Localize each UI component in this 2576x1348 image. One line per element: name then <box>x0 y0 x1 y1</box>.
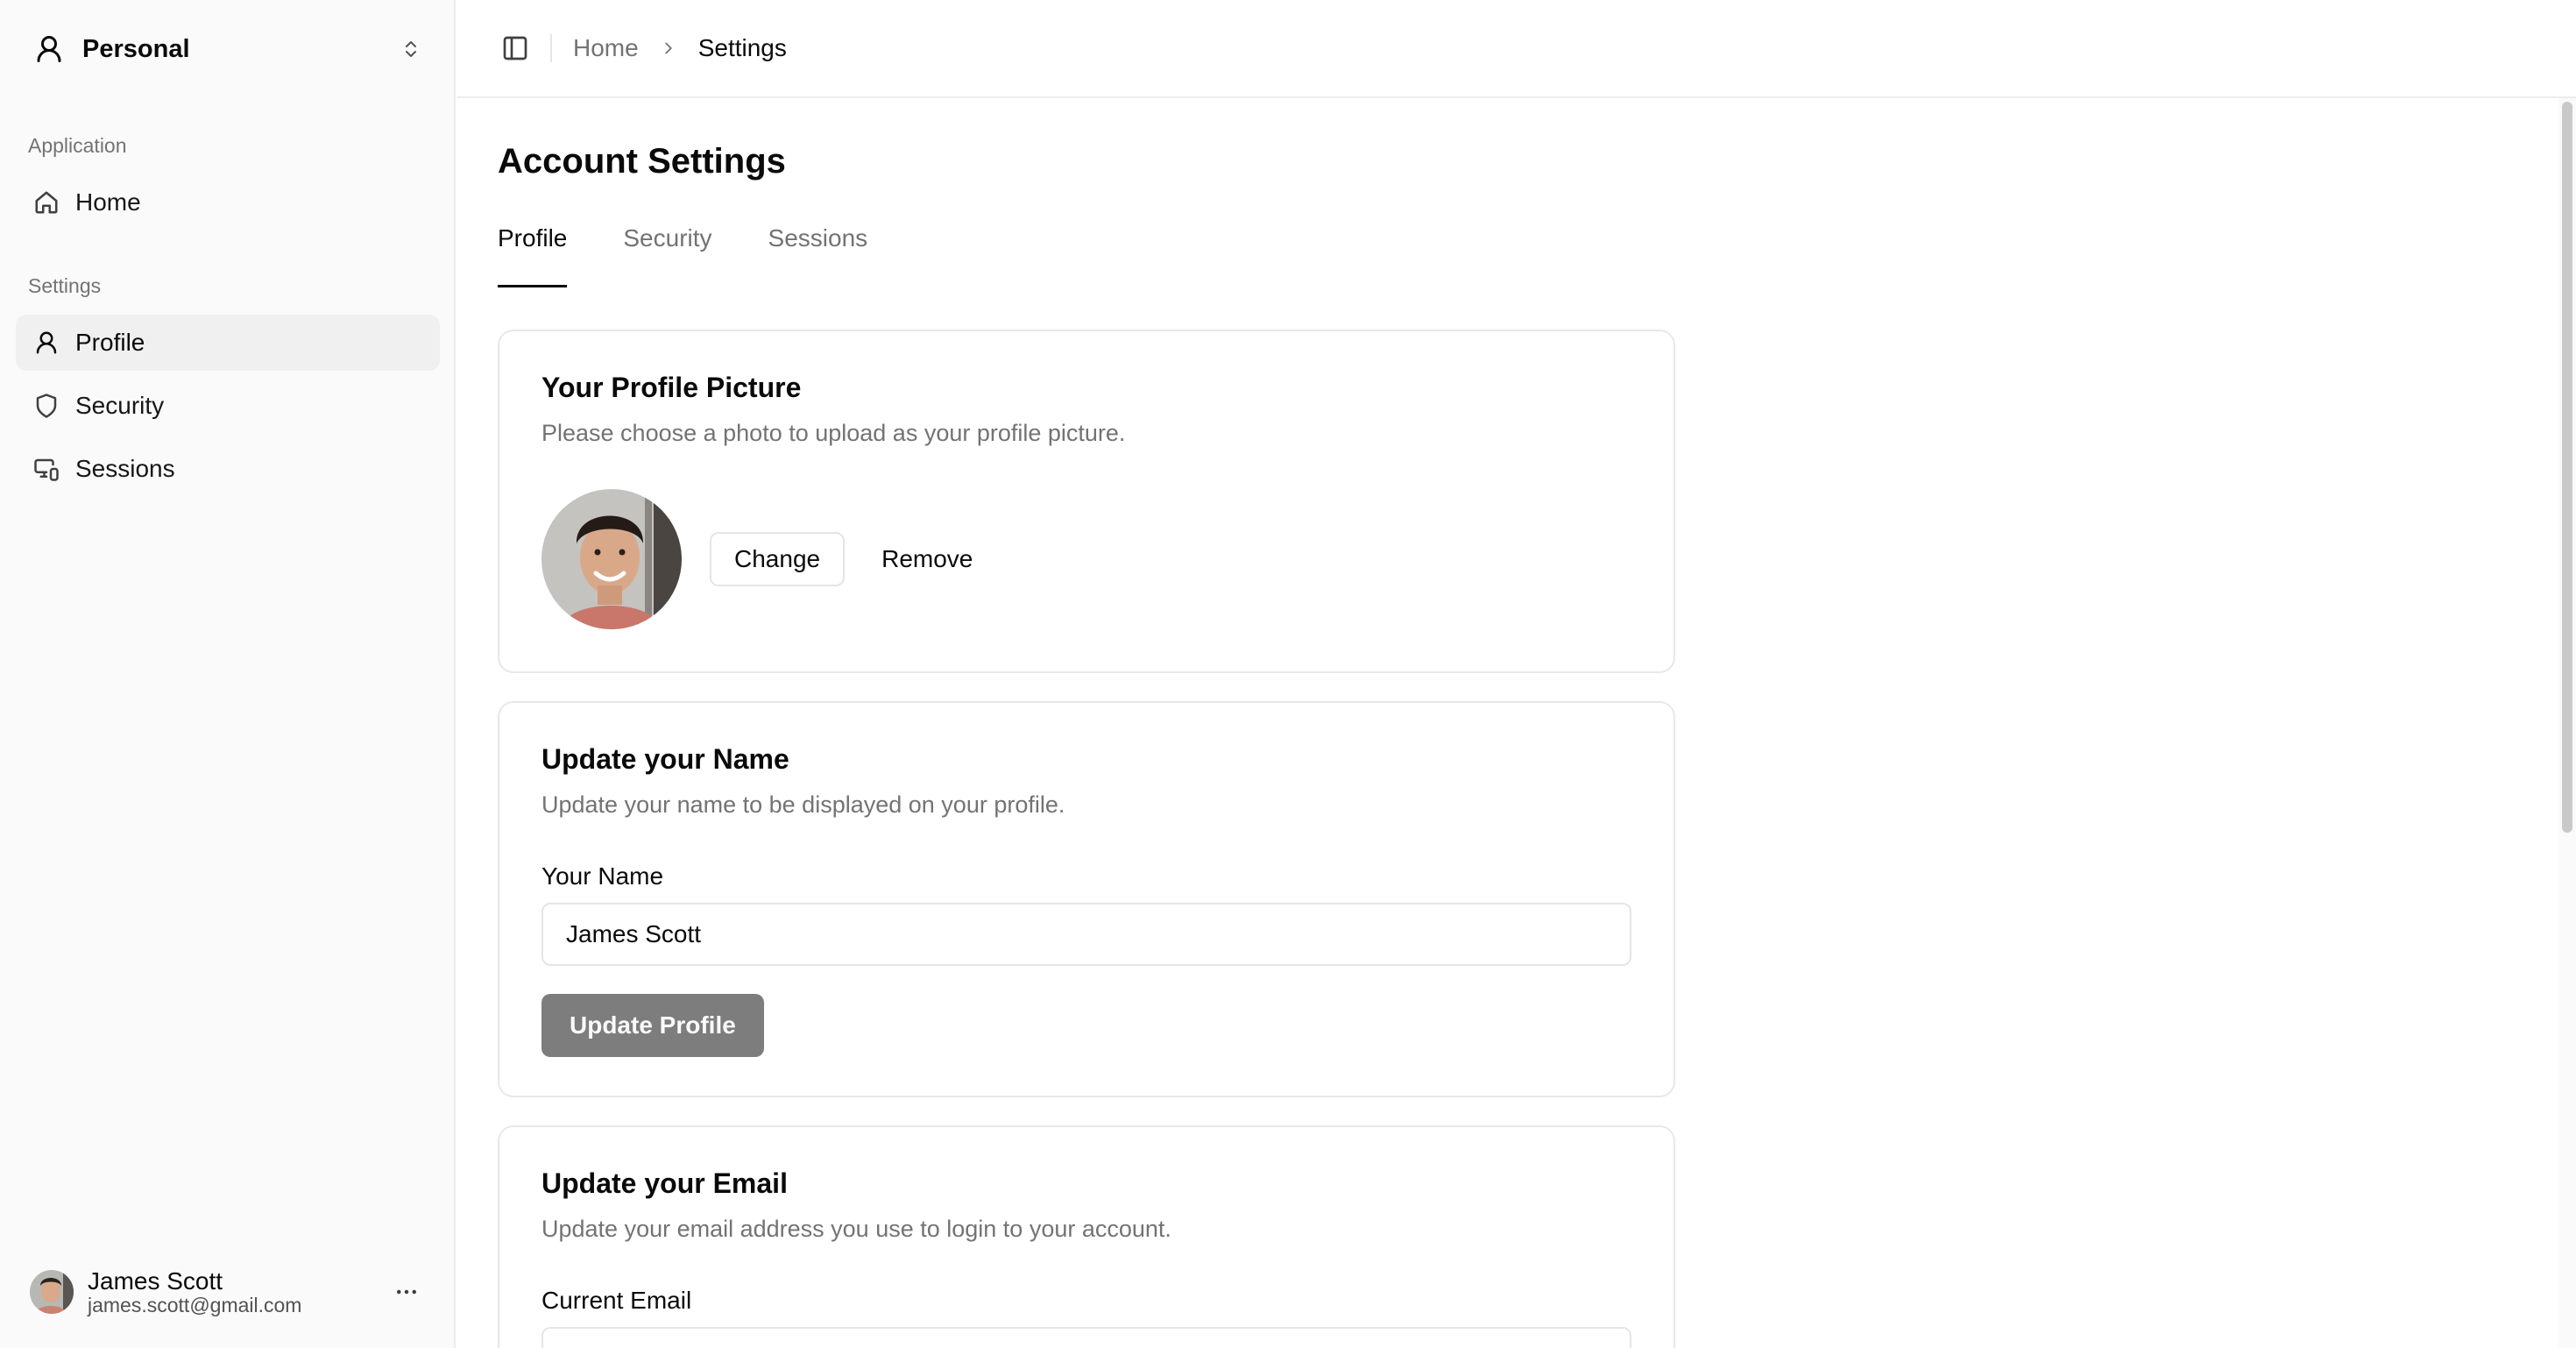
sidebar-item-label: Profile <box>75 329 145 356</box>
chevron-right-icon <box>656 39 681 58</box>
user-menu[interactable]: James Scott james.scott@gmail.com <box>16 1259 440 1325</box>
breadcrumb: Home Settings <box>573 34 787 62</box>
tab-security[interactable]: Security <box>623 217 711 287</box>
home-icon <box>32 188 61 217</box>
monitor-smartphone-icon <box>32 454 61 484</box>
profile-avatar <box>541 489 682 629</box>
tab-sessions[interactable]: Sessions <box>768 217 868 287</box>
sidebar-item-profile[interactable]: Profile <box>16 315 440 371</box>
page-title: Account Settings <box>498 142 786 181</box>
email-field[interactable] <box>541 1327 1631 1348</box>
sidebar-item-home[interactable]: Home <box>16 174 440 231</box>
group-label-application: Application <box>28 134 127 157</box>
sidebar-item-label: Home <box>75 188 141 216</box>
sidebar-item-security[interactable]: Security <box>16 378 440 434</box>
profile-picture-row: Change Remove <box>541 489 1631 629</box>
sidebar-item-label: Sessions <box>75 455 175 482</box>
card-title: Update your Name <box>541 743 789 775</box>
more-horizontal-icon[interactable] <box>387 1273 426 1311</box>
scrollbar[interactable] <box>2558 98 2576 1348</box>
user-name: James Scott <box>88 1267 223 1295</box>
profile-picture-card: Your Profile Picture Please choose a pho… <box>498 330 1675 673</box>
workspace-label: Personal <box>82 34 190 63</box>
group-label-settings: Settings <box>28 274 102 297</box>
sidebar-item-sessions[interactable]: Sessions <box>16 441 440 497</box>
settings-tabs: Profile Security Sessions <box>498 217 924 287</box>
card-description: Update your name to be displayed on your… <box>541 791 1065 818</box>
workspace-switcher[interactable]: Personal <box>16 21 440 77</box>
breadcrumb-home[interactable]: Home <box>573 34 639 62</box>
user-email: james.scott@gmail.com <box>88 1293 302 1316</box>
tab-profile[interactable]: Profile <box>498 217 568 287</box>
card-description: Please choose a photo to upload as your … <box>541 420 1126 446</box>
chevrons-up-down-icon <box>398 33 424 65</box>
card-description: Update your email address you use to log… <box>541 1216 1171 1242</box>
header-divider <box>550 34 552 62</box>
remove-photo-button[interactable]: Remove <box>859 532 995 586</box>
user-icon <box>32 32 67 67</box>
shield-icon <box>32 391 61 421</box>
sidebar: Personal Application Home Settings Profi… <box>0 0 456 1348</box>
sidebar-item-label: Security <box>75 392 165 419</box>
avatar <box>30 1270 74 1314</box>
user-info: James Scott james.scott@gmail.com <box>88 1268 387 1316</box>
update-email-card: Update your Email Update your email addr… <box>498 1125 1675 1348</box>
sidebar-toggle-icon[interactable] <box>496 29 534 67</box>
change-photo-button[interactable]: Change <box>710 532 846 586</box>
name-input[interactable] <box>541 903 1631 966</box>
breadcrumb-current: Settings <box>697 34 787 61</box>
top-header: Home Settings <box>457 0 2576 98</box>
card-title: Your Profile Picture <box>541 372 802 403</box>
update-name-card: Update your Name Update your name to be … <box>498 701 1675 1097</box>
update-profile-button[interactable]: Update Profile <box>541 994 764 1057</box>
email-field-label: Current Email <box>541 1287 692 1314</box>
scrollbar-thumb[interactable] <box>2562 102 2572 833</box>
name-field-label: Your Name <box>541 862 664 890</box>
card-title: Update your Email <box>541 1167 788 1199</box>
user-icon <box>32 328 61 358</box>
